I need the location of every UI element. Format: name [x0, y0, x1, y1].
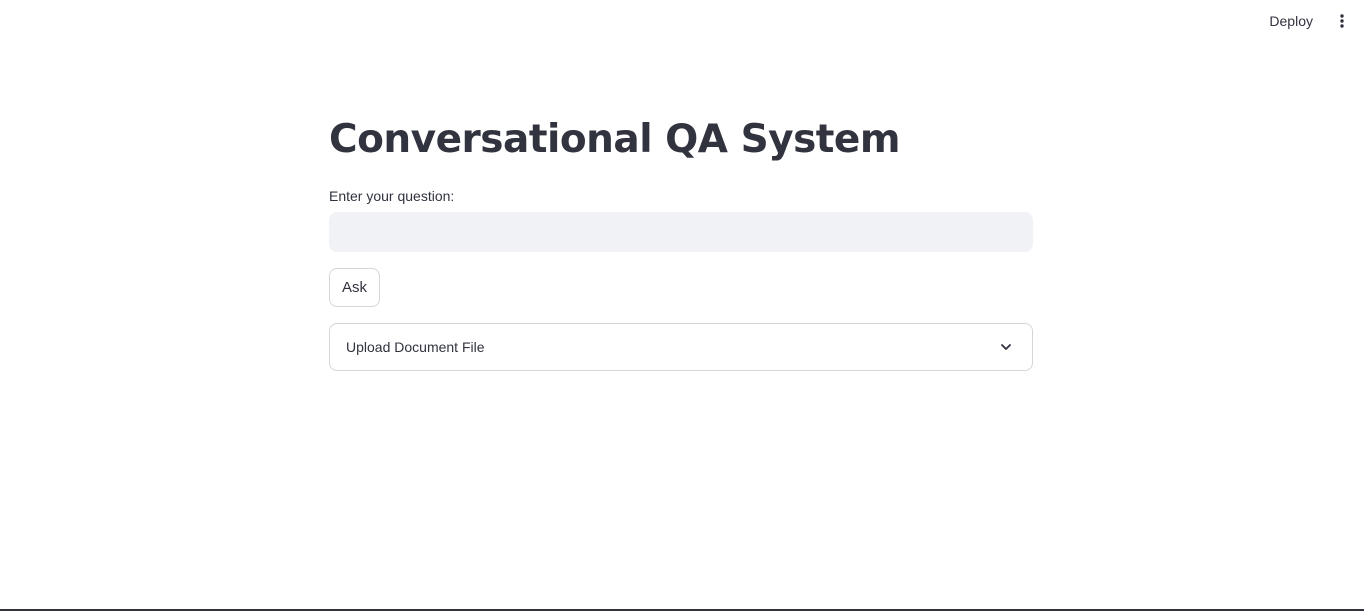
ask-button[interactable]: Ask [329, 268, 381, 307]
question-input[interactable] [329, 212, 1033, 252]
upload-document-expander[interactable]: Upload Document File [329, 323, 1033, 371]
expander-label: Upload Document File [346, 339, 485, 355]
page-title: Conversational QA System [329, 117, 901, 162]
main-content: Conversational QA System Enter your ques… [329, 110, 1033, 371]
kebab-menu-icon [1340, 14, 1344, 28]
deploy-button[interactable]: Deploy [1269, 13, 1313, 29]
question-label: Enter your question: [329, 188, 455, 204]
main-menu-button[interactable] [1333, 9, 1351, 33]
app-page: Deploy Conversational QA System Enter yo… [0, 0, 1364, 611]
top-toolbar: Deploy [1269, 0, 1364, 42]
chevron-down-icon [996, 337, 1016, 357]
